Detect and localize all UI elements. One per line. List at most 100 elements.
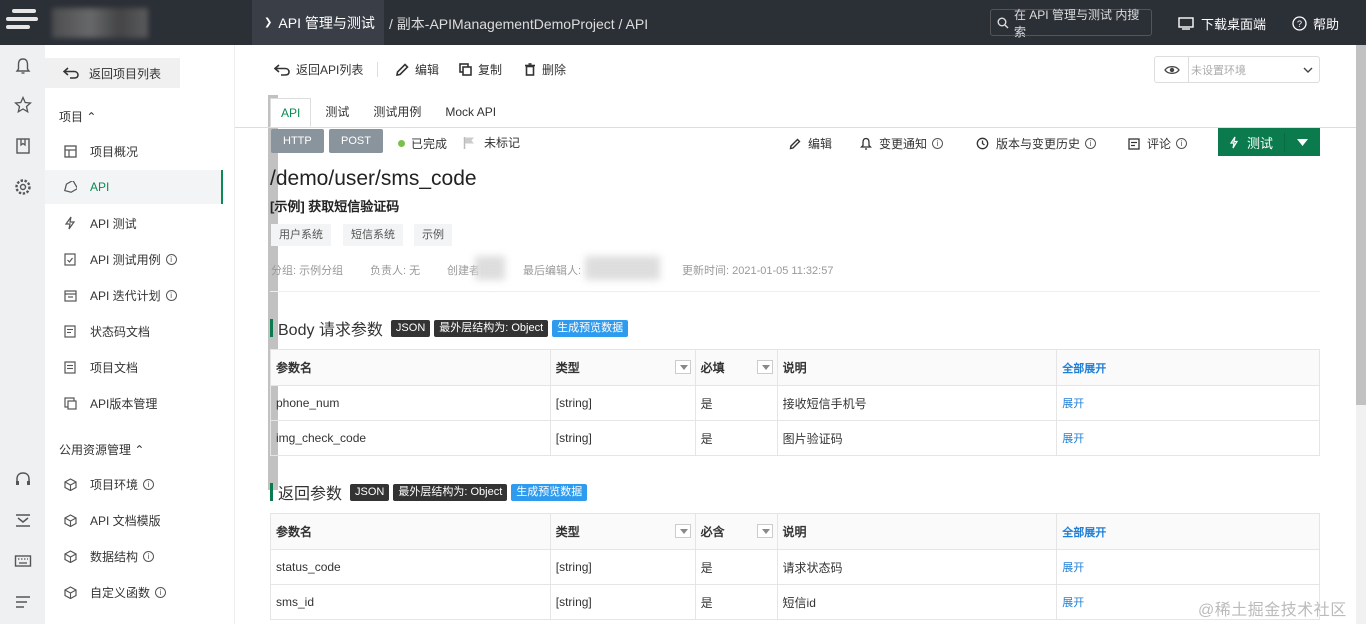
team-name-blurred[interactable] <box>52 8 148 38</box>
sidebar-item-api-test-cases[interactable]: API 测试用例 i <box>45 242 223 276</box>
change-notify-button[interactable]: 变更通知 i <box>860 135 944 152</box>
comment-button[interactable]: 评论 i <box>1128 135 1188 152</box>
clipboard-icon <box>63 252 77 266</box>
info-icon[interactable]: i <box>143 550 155 562</box>
info-icon[interactable]: i <box>143 478 155 490</box>
mark-indicator[interactable]: 未标记 <box>463 134 520 151</box>
tab-api[interactable]: API <box>270 98 312 127</box>
api-toolbar: 返回API列表 编辑 复制 删除 未设置环境 <box>235 45 1356 95</box>
edit-api-button[interactable]: 编辑 <box>789 135 832 152</box>
bell-icon[interactable] <box>14 57 32 75</box>
sidebar-item-data-structures[interactable]: 数据结构 i <box>45 539 223 573</box>
test-button[interactable]: 测试 <box>1218 132 1285 152</box>
page-scrollbar-thumb[interactable] <box>1356 45 1366 405</box>
info-icon[interactable]: i <box>1176 138 1188 149</box>
public-resources-section-title[interactable]: 公用资源管理 ⌃ <box>59 441 144 458</box>
tag-chip[interactable]: 用户系统 <box>271 224 331 246</box>
sidebar-item-api-doc-template[interactable]: API 文档模版 <box>45 503 223 537</box>
back-to-api-list-button[interactable]: 返回API列表 <box>274 61 363 78</box>
mark-label: 未标记 <box>484 136 521 150</box>
help-button[interactable]: ? 帮助 <box>1292 14 1339 33</box>
headset-icon[interactable] <box>14 470 32 488</box>
generate-preview-button[interactable]: 生成预览数据 <box>511 483 588 501</box>
pencil-icon <box>789 138 801 149</box>
filter-dropdown-icon[interactable] <box>674 524 691 538</box>
sidebar-item-api[interactable]: API <box>45 170 223 204</box>
download-desktop-button[interactable]: 下载桌面端 <box>1178 14 1266 33</box>
tab-mock-api[interactable]: Mock API <box>435 98 506 127</box>
environment-select[interactable]: 未设置环境 <box>1154 56 1320 83</box>
info-icon[interactable]: i <box>165 253 177 265</box>
expand-label[interactable]: 展开 <box>1062 597 1084 609</box>
delete-button[interactable]: 删除 <box>524 61 566 78</box>
filter-dropdown-icon[interactable] <box>756 360 773 374</box>
copy-button[interactable]: 复制 <box>459 61 502 78</box>
param-name: sms_id <box>270 584 551 620</box>
sidebar-item-project-env[interactable]: 项目环境 i <box>45 467 223 501</box>
keyboard-icon[interactable] <box>14 552 32 570</box>
expand-label[interactable]: 展开 <box>1062 433 1084 445</box>
bookmark-icon[interactable] <box>14 137 32 155</box>
tag-chip[interactable]: 短信系统 <box>343 224 403 246</box>
search-placeholder: 在 API 管理与测试 内搜索 <box>1013 7 1140 39</box>
return-arrow-icon <box>63 67 79 79</box>
expand-label[interactable]: 展开 <box>1062 398 1084 410</box>
sidebar-item-api-iteration[interactable]: API 迭代计划 i <box>45 278 223 312</box>
status-indicator[interactable]: 已完成 <box>398 135 447 152</box>
top-bar: ❯ API 管理与测试 / 副本-APIManagementDemoProjec… <box>0 0 1366 45</box>
sidebar-item-project-docs[interactable]: 项目文档 <box>45 350 223 384</box>
info-icon[interactable]: i <box>165 289 177 301</box>
cube-icon <box>63 477 77 491</box>
meta-last-editor: 最后编辑人: <box>523 265 582 277</box>
download-tray-icon[interactable] <box>14 511 32 529</box>
copy-label: 复制 <box>478 63 503 77</box>
tab-test[interactable]: 测试 <box>315 98 359 127</box>
expand-link[interactable]: 展开 <box>1056 385 1320 421</box>
app-logo-icon[interactable] <box>6 9 38 37</box>
expand-all-label[interactable]: 全部展开 <box>1062 363 1106 375</box>
expand-all-label[interactable]: 全部展开 <box>1062 527 1106 539</box>
sidebar-item-overview[interactable]: 项目概况 <box>45 134 223 168</box>
param-desc: 接收短信手机号 <box>776 385 1058 421</box>
settings-gear-icon[interactable] <box>14 178 32 196</box>
menu-lines-icon[interactable] <box>14 593 32 611</box>
breadcrumb[interactable]: / 副本-APIManagementDemoProject / API <box>389 14 648 34</box>
edit-button[interactable]: 编辑 <box>395 61 439 78</box>
sidebar-item-label: 项目文档 <box>90 360 139 375</box>
page-scrollbar[interactable] <box>1356 45 1366 624</box>
param-desc: 短信id <box>776 584 1058 620</box>
generate-preview-button[interactable]: 生成预览数据 <box>552 319 629 337</box>
creator-name-blurred <box>475 256 505 280</box>
eye-icon[interactable] <box>1155 57 1189 82</box>
watermark: @稀土掘金技术社区 <box>1198 602 1347 619</box>
expand-all-link[interactable]: 全部展开 <box>1056 513 1320 550</box>
sidebar-item-status-code-docs[interactable]: 状态码文档 <box>45 314 223 348</box>
filter-dropdown-icon[interactable] <box>674 360 691 374</box>
module-switcher[interactable]: ❯ API 管理与测试 <box>252 0 384 45</box>
sidebar-item-api-test[interactable]: API 测试 <box>45 206 223 240</box>
tab-test-cases[interactable]: 测试用例 <box>363 98 431 127</box>
json-badge: JSON <box>390 319 431 337</box>
back-to-project-list-button[interactable]: 返回项目列表 <box>45 58 180 88</box>
expand-all-link[interactable]: 全部展开 <box>1056 349 1320 386</box>
info-icon[interactable]: i <box>1085 138 1097 149</box>
project-section-title[interactable]: 项目 ⌃ <box>59 108 96 125</box>
info-icon[interactable]: i <box>155 586 167 598</box>
test-split-button[interactable]: 测试 <box>1218 128 1320 156</box>
status-dot-icon <box>398 140 405 147</box>
sidebar-item-custom-functions[interactable]: 自定义函数 i <box>45 575 223 609</box>
expand-label[interactable]: 展开 <box>1062 562 1084 574</box>
tag-chip[interactable]: 示例 <box>414 224 452 246</box>
search-input[interactable]: 在 API 管理与测试 内搜索 <box>990 8 1152 39</box>
back-label: 返回项目列表 <box>89 66 162 81</box>
test-dropdown-caret-icon[interactable] <box>1285 138 1320 146</box>
expand-link[interactable]: 展开 <box>1056 549 1320 585</box>
filter-dropdown-icon[interactable] <box>756 524 773 538</box>
sidebar-item-label: 状态码文档 <box>90 324 151 339</box>
star-icon[interactable] <box>14 96 32 114</box>
info-icon[interactable]: i <box>932 138 944 149</box>
expand-link[interactable]: 展开 <box>1056 420 1320 456</box>
sidebar-item-api-versions[interactable]: API版本管理 <box>45 386 223 420</box>
version-history-button[interactable]: 版本与变更历史 i <box>976 135 1097 152</box>
section-title: Body 请求参数 <box>278 322 383 339</box>
